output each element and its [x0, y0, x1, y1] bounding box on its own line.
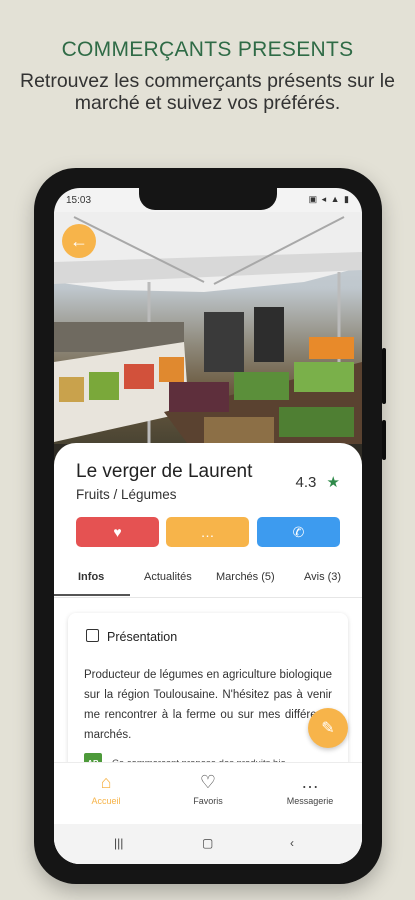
side-button: [382, 420, 386, 460]
favorite-button[interactable]: ♥: [76, 517, 159, 547]
tab-avis[interactable]: Avis (3): [304, 571, 341, 583]
arrow-left-icon: ←: [70, 230, 88, 251]
market-stall-photo: ←: [54, 212, 362, 466]
presentation-title-text: Présentation: [107, 630, 178, 644]
status-time: 15:03: [66, 195, 92, 206]
promo-headline: COMMERÇANTS PRESENTS: [61, 38, 354, 61]
tab-infos[interactable]: Infos: [78, 571, 104, 583]
camera-notch: [139, 188, 277, 210]
chat-bubble-icon: …: [200, 524, 215, 540]
recent-apps-icon[interactable]: |||: [114, 836, 123, 850]
action-buttons: ♥ … ✆: [76, 517, 340, 547]
tab-marches[interactable]: Marchés (5): [216, 571, 275, 583]
heart-outline-icon: ♡: [199, 772, 217, 792]
nav-label: Accueil: [91, 796, 121, 806]
side-button: [382, 348, 386, 404]
tab-actualites[interactable]: Actualités: [144, 571, 192, 583]
system-navigation-bar: ||| ▢ ‹: [54, 824, 362, 864]
star-icon: ★: [326, 474, 340, 491]
phone-icon: ✆: [292, 523, 305, 540]
nav-item-messagerie[interactable]: … Messagerie: [270, 771, 350, 806]
profile-card-icon: [86, 629, 99, 642]
rating-value: 4.3: [295, 474, 317, 491]
nav-item-favoris[interactable]: ♡ Favoris: [168, 771, 248, 806]
call-button[interactable]: ✆: [257, 517, 340, 547]
vendor-tabs: Infos Actualités Marchés (5) Avis (3): [54, 561, 362, 598]
home-icon: ⌂: [100, 772, 112, 792]
back-chevron-icon[interactable]: ‹: [290, 836, 294, 850]
pencil-icon: ✎: [321, 720, 335, 737]
nav-item-accueil[interactable]: ⌂ Accueil: [66, 771, 146, 806]
chat-bubble-icon: …: [301, 772, 319, 792]
heart-icon: ♥: [113, 524, 122, 540]
vendor-category: Fruits / Légumes: [76, 487, 177, 502]
presentation-text: Producteur de légumes en agriculture bio…: [84, 669, 332, 741]
app-screen: 15:03 ▣ ◂ ▲ ▮ ← Le verger de Laurent Fru…: [54, 188, 362, 864]
back-button[interactable]: ←: [62, 224, 96, 258]
presentation-title: Présentation: [86, 629, 177, 644]
bottom-navigation: ⌂ Accueil ♡ Favoris … Messagerie: [54, 762, 362, 825]
message-button[interactable]: …: [166, 517, 249, 547]
nav-label: Messagerie: [286, 796, 334, 806]
edit-fab-button[interactable]: ✎: [308, 708, 348, 748]
vendor-rating: 4.3 ★: [296, 473, 340, 491]
status-icons: ▣ ◂ ▲ ▮: [308, 194, 350, 204]
nav-label: Favoris: [193, 796, 223, 806]
market-illustration: [54, 212, 362, 466]
promo-subline: Retrouvez les commerçants présents sur l…: [20, 70, 395, 114]
home-square-icon[interactable]: ▢: [202, 836, 213, 850]
active-tab-indicator: [54, 594, 130, 596]
vendor-name: Le verger de Laurent: [76, 461, 253, 482]
phone-frame: 15:03 ▣ ◂ ▲ ▮ ← Le verger de Laurent Fru…: [34, 168, 386, 884]
